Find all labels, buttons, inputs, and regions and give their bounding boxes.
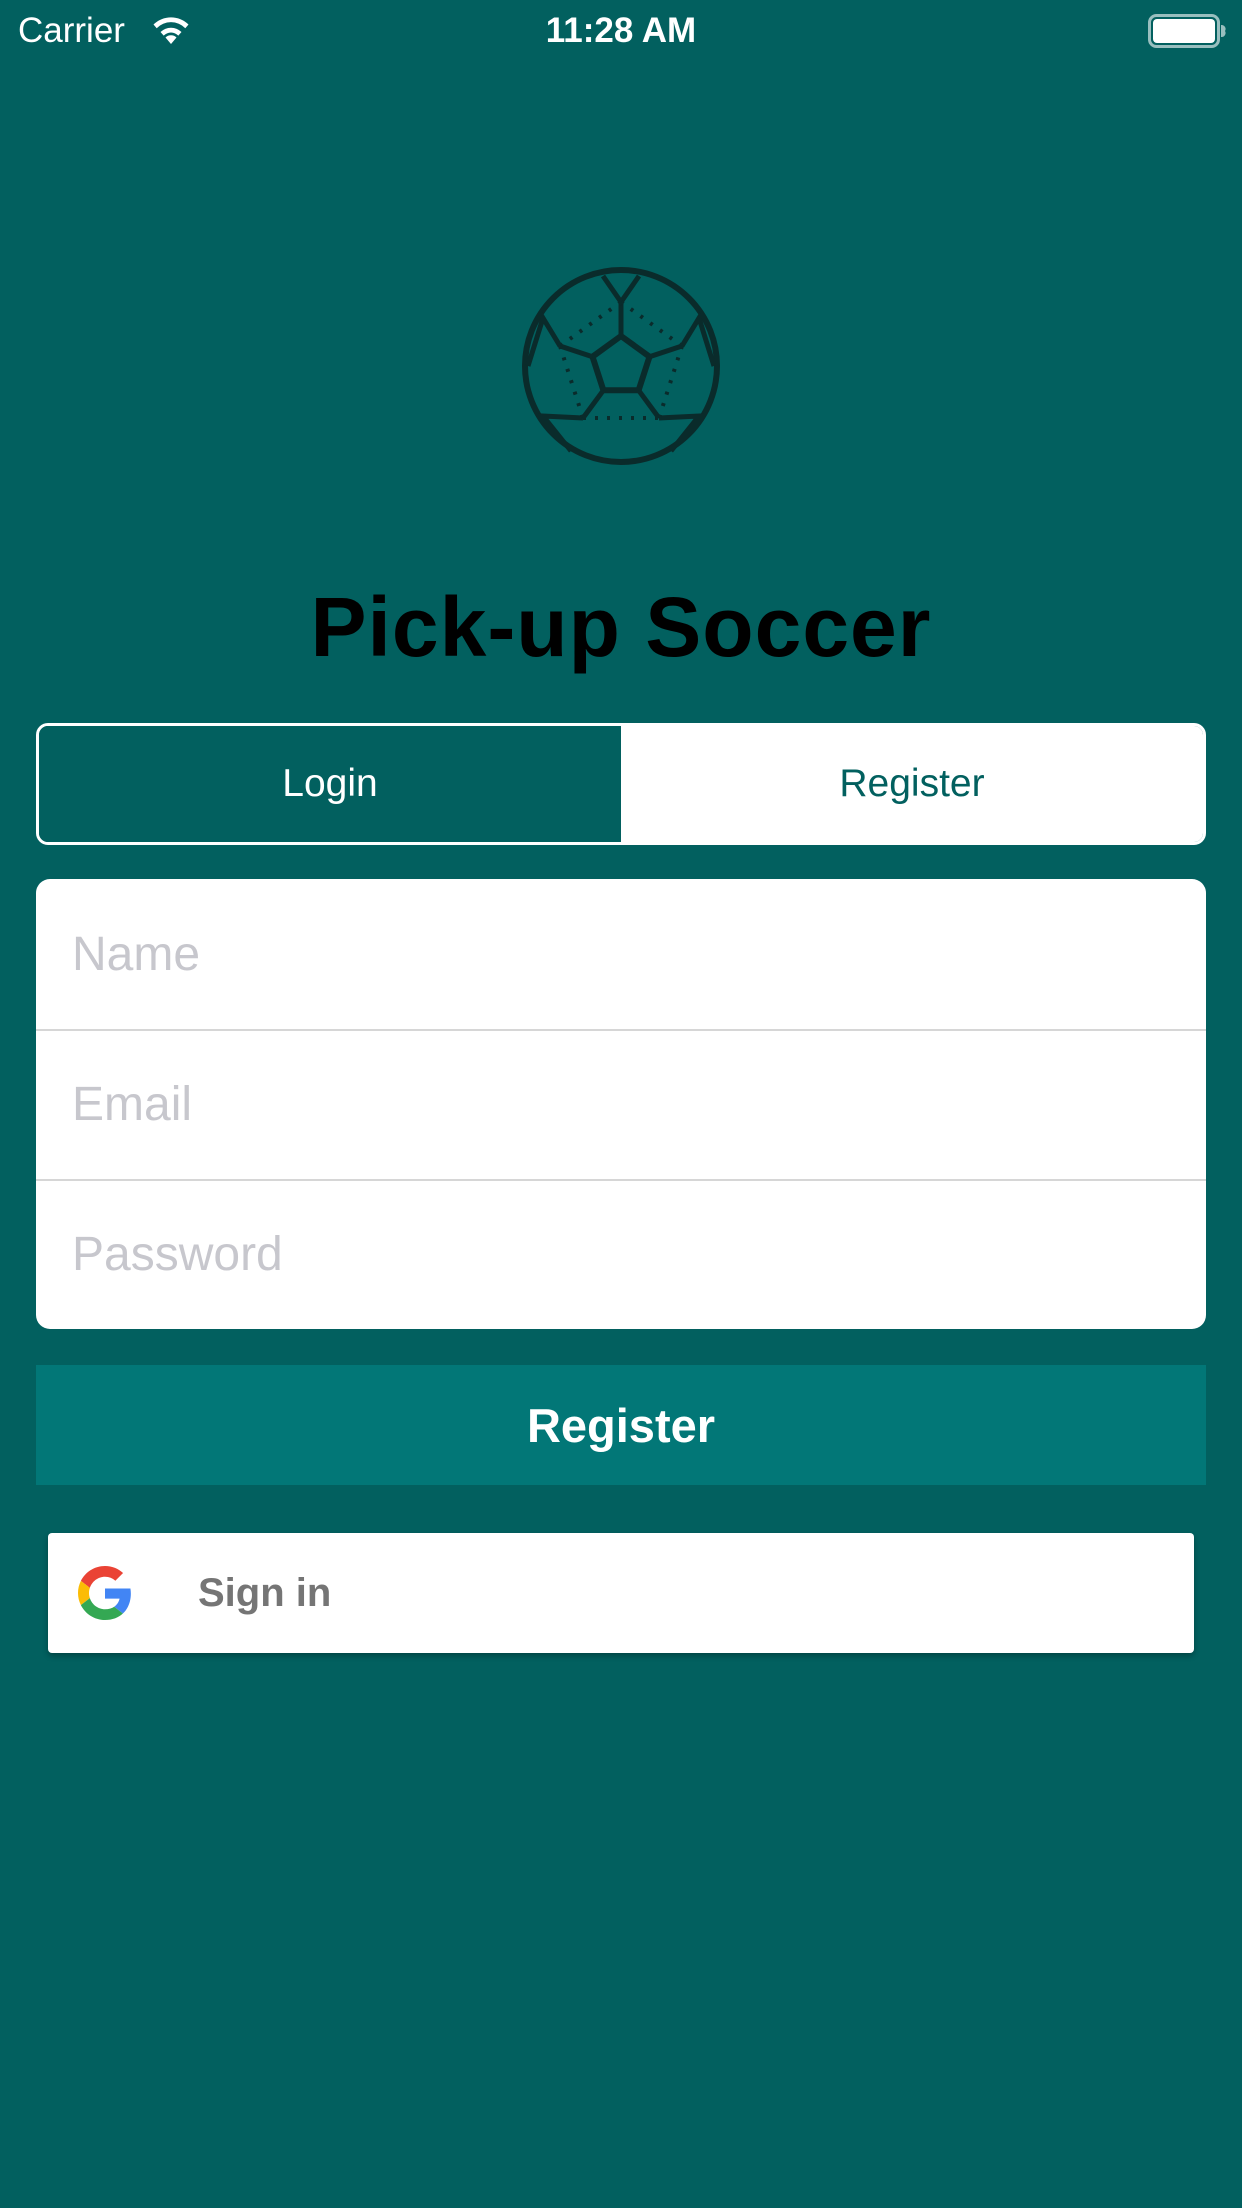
soccer-ball-icon <box>522 267 720 465</box>
google-sign-in-label: Sign in <box>198 1571 332 1615</box>
register-button[interactable]: Register <box>36 1365 1206 1485</box>
email-input[interactable] <box>72 1029 1172 1179</box>
status-bar: Carrier 11:28 AM <box>0 0 1242 62</box>
google-sign-in-button[interactable]: Sign in <box>48 1533 1194 1653</box>
tab-login[interactable]: Login <box>39 726 621 842</box>
name-field-row <box>36 879 1206 1029</box>
password-field-row <box>36 1179 1206 1329</box>
auth-mode-segmented-control: Login Register <box>36 723 1206 845</box>
password-input[interactable] <box>72 1179 1172 1329</box>
registration-form <box>36 879 1206 1329</box>
google-g-icon <box>78 1566 131 1620</box>
tab-register[interactable]: Register <box>621 726 1203 842</box>
email-field-row <box>36 1029 1206 1179</box>
name-input[interactable] <box>72 879 1172 1029</box>
battery-icon <box>1148 14 1226 48</box>
app-title: Pick-up Soccer <box>310 580 932 674</box>
status-time: 11:28 AM <box>545 11 697 50</box>
